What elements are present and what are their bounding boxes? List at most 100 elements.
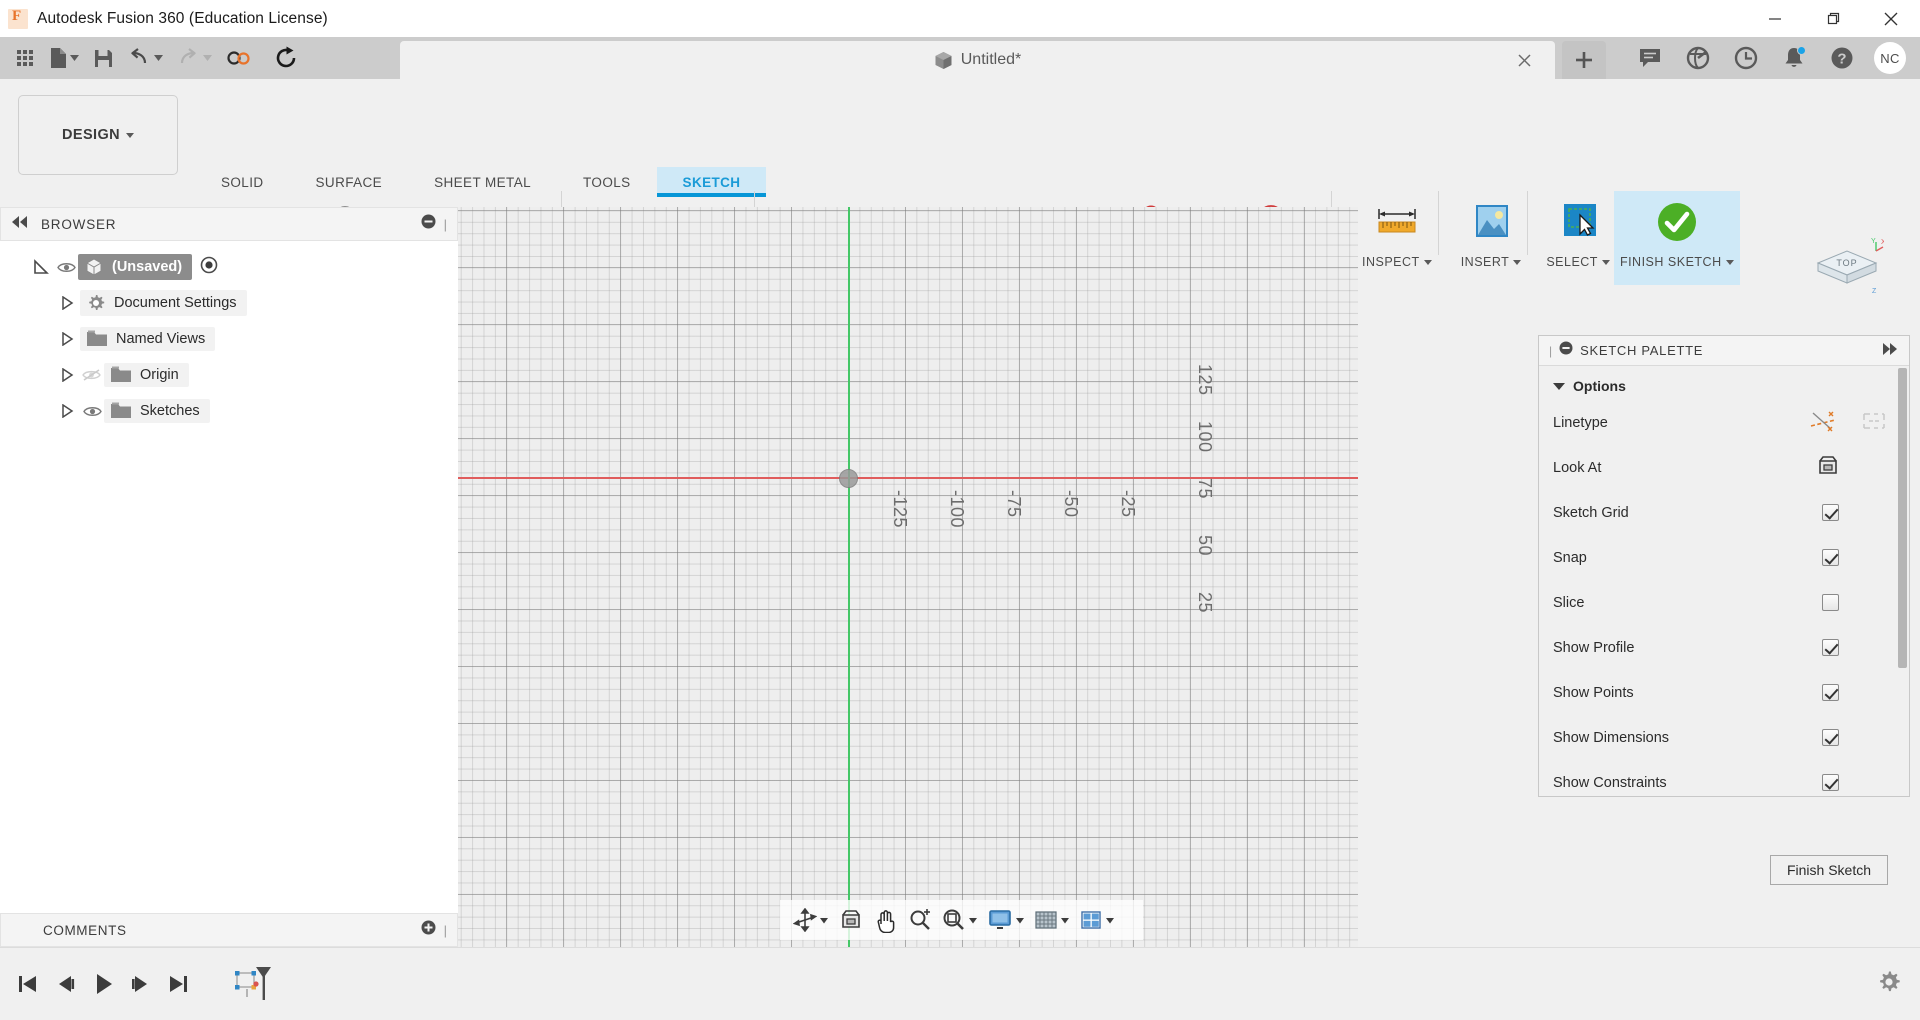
zoom-icon[interactable]: [903, 900, 937, 940]
document-tab-label-group: Untitled*: [934, 51, 1021, 70]
visibility-eye-icon[interactable]: [54, 261, 78, 274]
snap-checkbox[interactable]: [1822, 549, 1839, 566]
tree-row-document-settings[interactable]: Document Settings: [0, 285, 458, 321]
minimize-panel-icon[interactable]: [421, 214, 436, 234]
add-comment-icon[interactable]: [421, 920, 436, 940]
tree-item-pill[interactable]: Sketches: [104, 399, 210, 423]
step-back-icon[interactable]: [46, 961, 84, 1007]
step-forward-icon[interactable]: [122, 961, 160, 1007]
options-section-header[interactable]: Options: [1539, 366, 1909, 400]
origin-point[interactable]: [839, 469, 858, 488]
active-component-radio-icon[interactable]: [200, 256, 218, 278]
close-icon[interactable]: [1862, 0, 1920, 37]
svg-text:?: ?: [1837, 51, 1846, 68]
show-profile-checkbox[interactable]: [1822, 639, 1839, 656]
collapse-twisty-icon[interactable]: [54, 362, 80, 388]
jump-to-end-icon[interactable]: [160, 961, 198, 1007]
insert-image-icon[interactable]: [1461, 193, 1521, 251]
show-constraints-checkbox[interactable]: [1822, 774, 1839, 791]
viewport-layout-icon[interactable]: [1074, 900, 1119, 940]
undo-icon[interactable]: [121, 37, 170, 79]
notifications-bell-icon[interactable]: [1770, 37, 1818, 79]
link-icon[interactable]: [219, 37, 259, 79]
tree-item-pill[interactable]: (Unsaved): [78, 254, 193, 280]
ribbon-group-insert: INSERT: [1461, 191, 1522, 269]
group-label-inspect[interactable]: INSPECT: [1362, 255, 1432, 269]
sketch-canvas[interactable]: 25 50 75 100 125 -25 -50 -75 -100 -125: [345, 207, 1358, 947]
chevron-down-icon: [1423, 259, 1432, 265]
view-cube[interactable]: TOP X Y Z: [1810, 237, 1886, 297]
collapse-twisty-icon[interactable]: [54, 398, 80, 424]
tree-item-pill[interactable]: Origin: [104, 363, 189, 387]
group-label-select[interactable]: SELECT: [1546, 255, 1610, 269]
panel-resize-handle[interactable]: |: [444, 217, 447, 232]
maximize-icon[interactable]: [1804, 0, 1862, 37]
minimize-panel-icon[interactable]: [1559, 341, 1573, 360]
group-label-finish-sketch[interactable]: FINISH SKETCH: [1620, 255, 1734, 269]
tree-row-named-views[interactable]: Named Views: [0, 321, 458, 357]
tree-item-pill[interactable]: Document Settings: [80, 290, 247, 316]
tree-item-pill[interactable]: Named Views: [80, 327, 216, 351]
share-globe-icon[interactable]: [1674, 37, 1722, 79]
show-points-checkbox[interactable]: [1822, 684, 1839, 701]
timeline-settings-gear-icon[interactable]: [1876, 969, 1902, 1000]
help-icon[interactable]: ?: [1818, 37, 1866, 79]
collapse-left-icon[interactable]: [11, 215, 29, 233]
palette-row-show-constraints: Show Constraints: [1539, 760, 1909, 796]
refresh-icon[interactable]: [259, 37, 313, 79]
visibility-eye-icon[interactable]: [80, 405, 104, 418]
minimize-icon[interactable]: [1746, 0, 1804, 37]
account-avatar[interactable]: NC: [1866, 37, 1914, 79]
visibility-eye-off-icon[interactable]: [80, 368, 104, 382]
collapse-twisty-icon[interactable]: [54, 326, 80, 352]
finish-sketch-check-icon[interactable]: [1632, 193, 1722, 251]
notification-badge: [1797, 46, 1806, 55]
construction-line-icon[interactable]: [1809, 409, 1837, 437]
sketch-grid-checkbox[interactable]: [1822, 504, 1839, 521]
display-settings-icon[interactable]: [982, 900, 1029, 940]
timeline-feature-list: [226, 961, 278, 1007]
tree-row-unsaved[interactable]: (Unsaved): [0, 249, 458, 285]
expand-twisty-icon[interactable]: [28, 254, 54, 280]
document-tab-close-icon[interactable]: [1515, 51, 1533, 69]
document-tab[interactable]: Untitled*: [400, 41, 1555, 79]
grid-snaps-icon[interactable]: [1029, 900, 1074, 940]
slice-checkbox[interactable]: [1822, 594, 1839, 611]
palette-scrollbar-thumb[interactable]: [1898, 368, 1907, 668]
pan-hand-icon[interactable]: [869, 900, 903, 940]
sketch-feature-icon[interactable]: [226, 961, 278, 1007]
select-cursor-icon[interactable]: [1548, 193, 1608, 251]
tree-row-sketches[interactable]: Sketches: [0, 393, 458, 429]
workspace-selector[interactable]: DESIGN: [18, 95, 178, 175]
finish-sketch-button[interactable]: Finish Sketch: [1770, 855, 1888, 885]
group-label-insert[interactable]: INSERT: [1461, 255, 1522, 269]
history-clock-icon[interactable]: [1722, 37, 1770, 79]
y-axis-line: [848, 207, 850, 947]
quick-access-bar: Untitled* ? NC: [0, 37, 1920, 79]
new-document-tab-button[interactable]: [1562, 41, 1606, 79]
y-tick-label: 125: [1195, 364, 1215, 396]
title-bar: Autodesk Fusion 360 (Education License): [0, 0, 1920, 37]
look-at-icon[interactable]: [833, 900, 869, 940]
redo-icon[interactable]: [170, 37, 219, 79]
centerline-icon[interactable]: [1861, 410, 1887, 436]
app-grid-icon[interactable]: [8, 37, 42, 79]
save-icon[interactable]: [86, 37, 121, 79]
measure-ruler-icon[interactable]: [1367, 193, 1427, 251]
play-icon[interactable]: [84, 961, 122, 1007]
comments-panel-header[interactable]: COMMENTS |: [0, 913, 458, 947]
panel-resize-handle[interactable]: |: [444, 923, 447, 938]
fit-view-icon[interactable]: [937, 900, 982, 940]
ribbon-group-finish-sketch[interactable]: FINISH SKETCH: [1613, 191, 1740, 285]
comment-icon[interactable]: [1626, 37, 1674, 79]
jump-to-beginning-icon[interactable]: [8, 961, 46, 1007]
collapse-twisty-icon[interactable]: [54, 290, 80, 316]
navigation-bar: [780, 900, 1143, 940]
tree-row-origin[interactable]: Origin: [0, 357, 458, 393]
panel-resize-handle[interactable]: |: [1549, 344, 1552, 358]
new-file-icon[interactable]: [42, 37, 86, 79]
orbit-icon[interactable]: [788, 900, 833, 940]
expand-right-icon[interactable]: [1881, 342, 1899, 360]
show-dimensions-checkbox[interactable]: [1822, 729, 1839, 746]
look-at-icon[interactable]: [1815, 454, 1841, 482]
